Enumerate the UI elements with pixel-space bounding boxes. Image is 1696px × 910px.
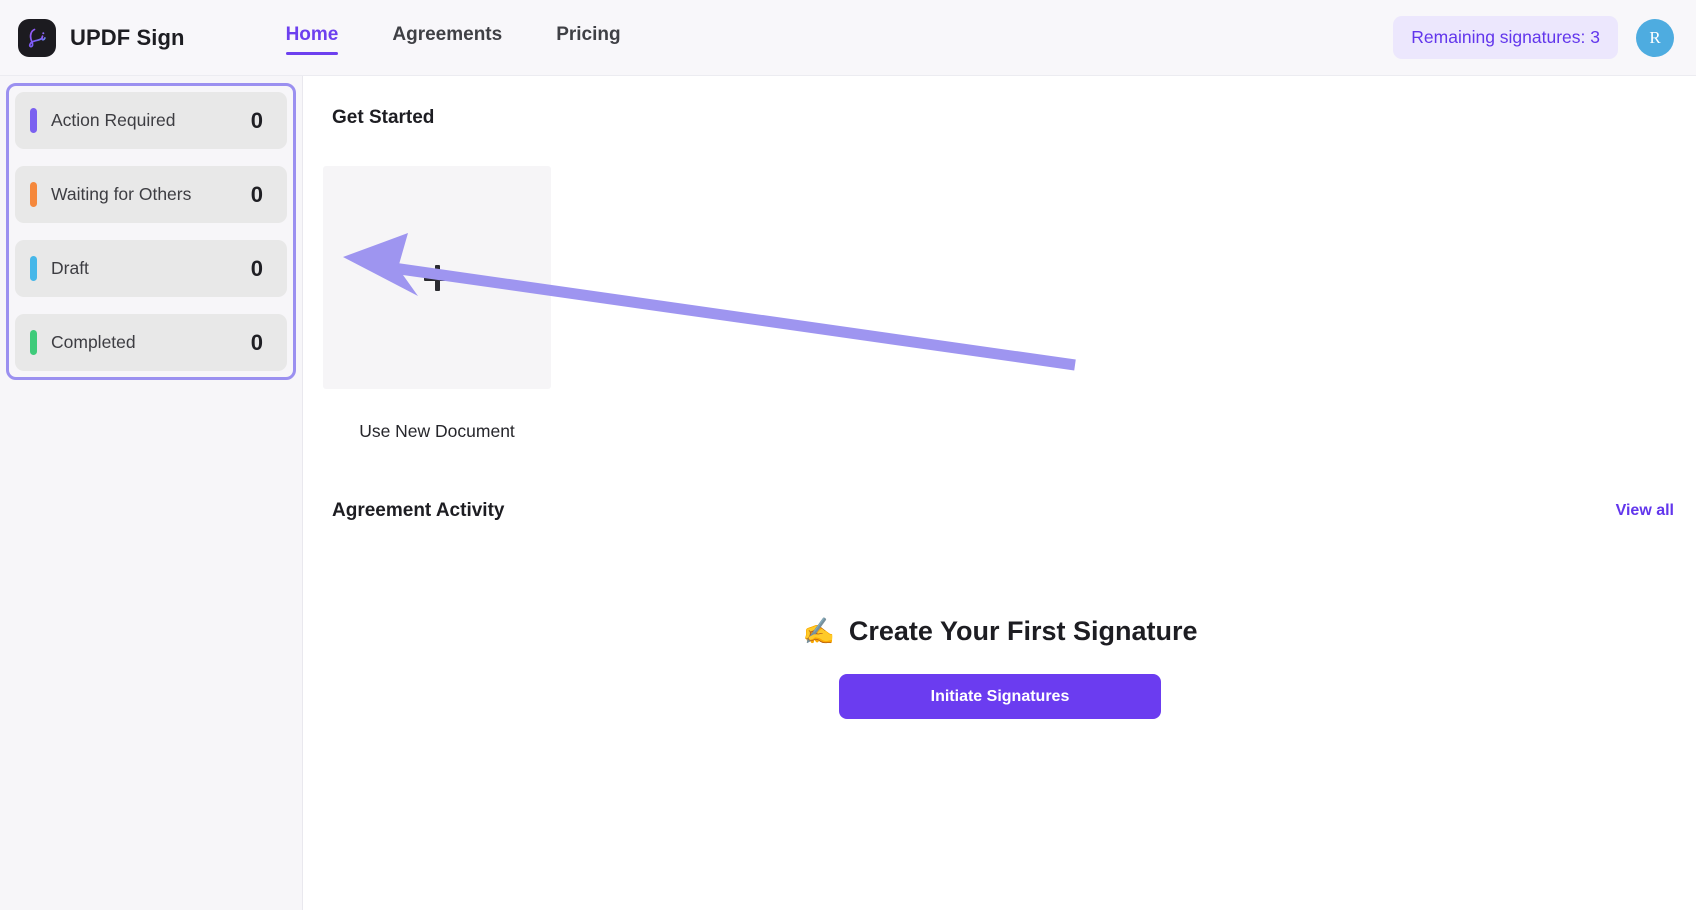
updf-sign-app: UPDF Sign Home Agreements Pricing Remain… <box>0 0 1696 910</box>
plus-icon <box>424 265 450 291</box>
sidebar-item-draft[interactable]: Draft 0 <box>15 240 287 297</box>
status-color-bar-icon <box>30 182 37 207</box>
agreement-activity-title: Agreement Activity <box>332 500 504 522</box>
use-new-document-card[interactable] <box>323 166 551 389</box>
view-all-link[interactable]: View all <box>1616 502 1674 520</box>
sidebar-item-count: 0 <box>251 330 263 356</box>
nav-item-home[interactable]: Home <box>286 24 339 52</box>
app-header: UPDF Sign Home Agreements Pricing Remain… <box>0 0 1696 76</box>
get-started-title: Get Started <box>332 107 434 129</box>
status-color-bar-icon <box>30 330 37 355</box>
remaining-signatures-badge[interactable]: Remaining signatures: 3 <box>1393 16 1618 59</box>
sidebar: Action Required 0 Waiting for Others 0 D… <box>0 76 303 910</box>
use-new-document-label: Use New Document <box>323 421 551 442</box>
sidebar-item-count: 0 <box>251 256 263 282</box>
nav-item-pricing[interactable]: Pricing <box>556 24 620 52</box>
sidebar-item-label: Waiting for Others <box>51 184 191 205</box>
initiate-signatures-button[interactable]: Initiate Signatures <box>839 674 1161 719</box>
avatar[interactable]: R <box>1636 19 1674 57</box>
status-color-bar-icon <box>30 108 37 133</box>
sidebar-item-label: Draft <box>51 258 89 279</box>
agreement-activity-empty-state: ✍️ Create Your First Signature Initiate … <box>304 616 1696 719</box>
header-right-group: Remaining signatures: 3 R <box>1393 16 1674 59</box>
main-nav: Home Agreements Pricing <box>286 24 621 52</box>
sidebar-item-count: 0 <box>251 108 263 134</box>
sidebar-item-action-required[interactable]: Action Required 0 <box>15 92 287 149</box>
empty-state-heading: ✍️ Create Your First Signature <box>803 616 1198 647</box>
empty-state-heading-text: Create Your First Signature <box>849 616 1198 647</box>
sidebar-item-completed[interactable]: Completed 0 <box>15 314 287 371</box>
writing-hand-icon: ✍️ <box>803 616 835 647</box>
brand[interactable]: UPDF Sign <box>18 19 185 57</box>
sidebar-item-label: Action Required <box>51 110 176 131</box>
sidebar-item-waiting-for-others[interactable]: Waiting for Others 0 <box>15 166 287 223</box>
updf-signature-logo-icon <box>18 19 56 57</box>
brand-name: UPDF Sign <box>70 25 185 51</box>
nav-item-agreements[interactable]: Agreements <box>392 24 502 52</box>
sidebar-item-count: 0 <box>251 182 263 208</box>
status-filter-group: Action Required 0 Waiting for Others 0 D… <box>6 83 296 380</box>
sidebar-item-label: Completed <box>51 332 136 353</box>
main-content: Get Started Use New Document Agreement A… <box>304 76 1696 910</box>
status-color-bar-icon <box>30 256 37 281</box>
